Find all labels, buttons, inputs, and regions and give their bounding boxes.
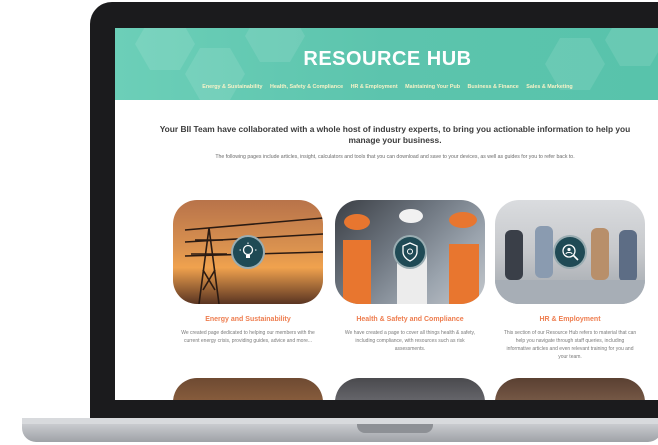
- nav-item-business-finance[interactable]: Business & Finance: [468, 84, 519, 90]
- card-health-safety-text: We have created a page to cover all thin…: [344, 330, 476, 352]
- card-hr[interactable]: HR & Employment This section of our Reso…: [495, 200, 645, 361]
- shield-icon: [402, 242, 418, 262]
- card-sales-marketing-preview[interactable]: [495, 378, 645, 400]
- laptop-notch: [357, 424, 433, 433]
- energy-image[interactable]: [173, 200, 323, 304]
- laptop-screen: RESOURCE HUB Energy & Sustainability Hea…: [115, 28, 658, 400]
- card-energy[interactable]: Energy and Sustainability We created pag…: [173, 200, 323, 345]
- card-energy-text: We created page dedicated to helping our…: [181, 330, 315, 344]
- nav-bar: Energy & Sustainability Health, Safety &…: [115, 84, 658, 90]
- page-title: RESOURCE HUB: [303, 48, 472, 70]
- card-hr-title[interactable]: HR & Employment: [495, 316, 645, 323]
- energy-badge: [231, 235, 265, 269]
- card-hr-text: This section of our Resource Hub refers …: [503, 330, 637, 360]
- card-maintaining-pub-preview[interactable]: [173, 378, 323, 400]
- people-search-icon: [562, 244, 579, 261]
- nav-item-hr[interactable]: HR & Employment: [351, 84, 398, 90]
- hr-image[interactable]: [495, 200, 645, 304]
- card-health-safety-title[interactable]: Health & Safety and Compliance: [335, 316, 485, 323]
- card-business-finance-preview[interactable]: [335, 378, 485, 400]
- nav-item-energy[interactable]: Energy & Sustainability: [202, 84, 262, 90]
- nav-item-health-safety[interactable]: Health, Safety & Compliance: [270, 84, 343, 90]
- hr-badge: [553, 235, 587, 269]
- intro-heading: Your BII Team have collaborated with a w…: [159, 124, 631, 145]
- nav-item-sales-marketing[interactable]: Sales & Marketing: [526, 84, 572, 90]
- card-health-safety[interactable]: Health & Safety and Compliance We have c…: [335, 200, 485, 353]
- nav-item-maintaining-pub[interactable]: Maintaining Your Pub: [405, 84, 460, 90]
- lightbulb-icon: [239, 242, 257, 258]
- header-banner: RESOURCE HUB Energy & Sustainability Hea…: [115, 28, 658, 100]
- safety-badge: [393, 235, 427, 269]
- card-energy-title[interactable]: Energy and Sustainability: [173, 316, 323, 323]
- safety-image[interactable]: [335, 200, 485, 304]
- laptop-base: [22, 424, 658, 442]
- intro-text: The following pages include articles, in…: [215, 154, 575, 160]
